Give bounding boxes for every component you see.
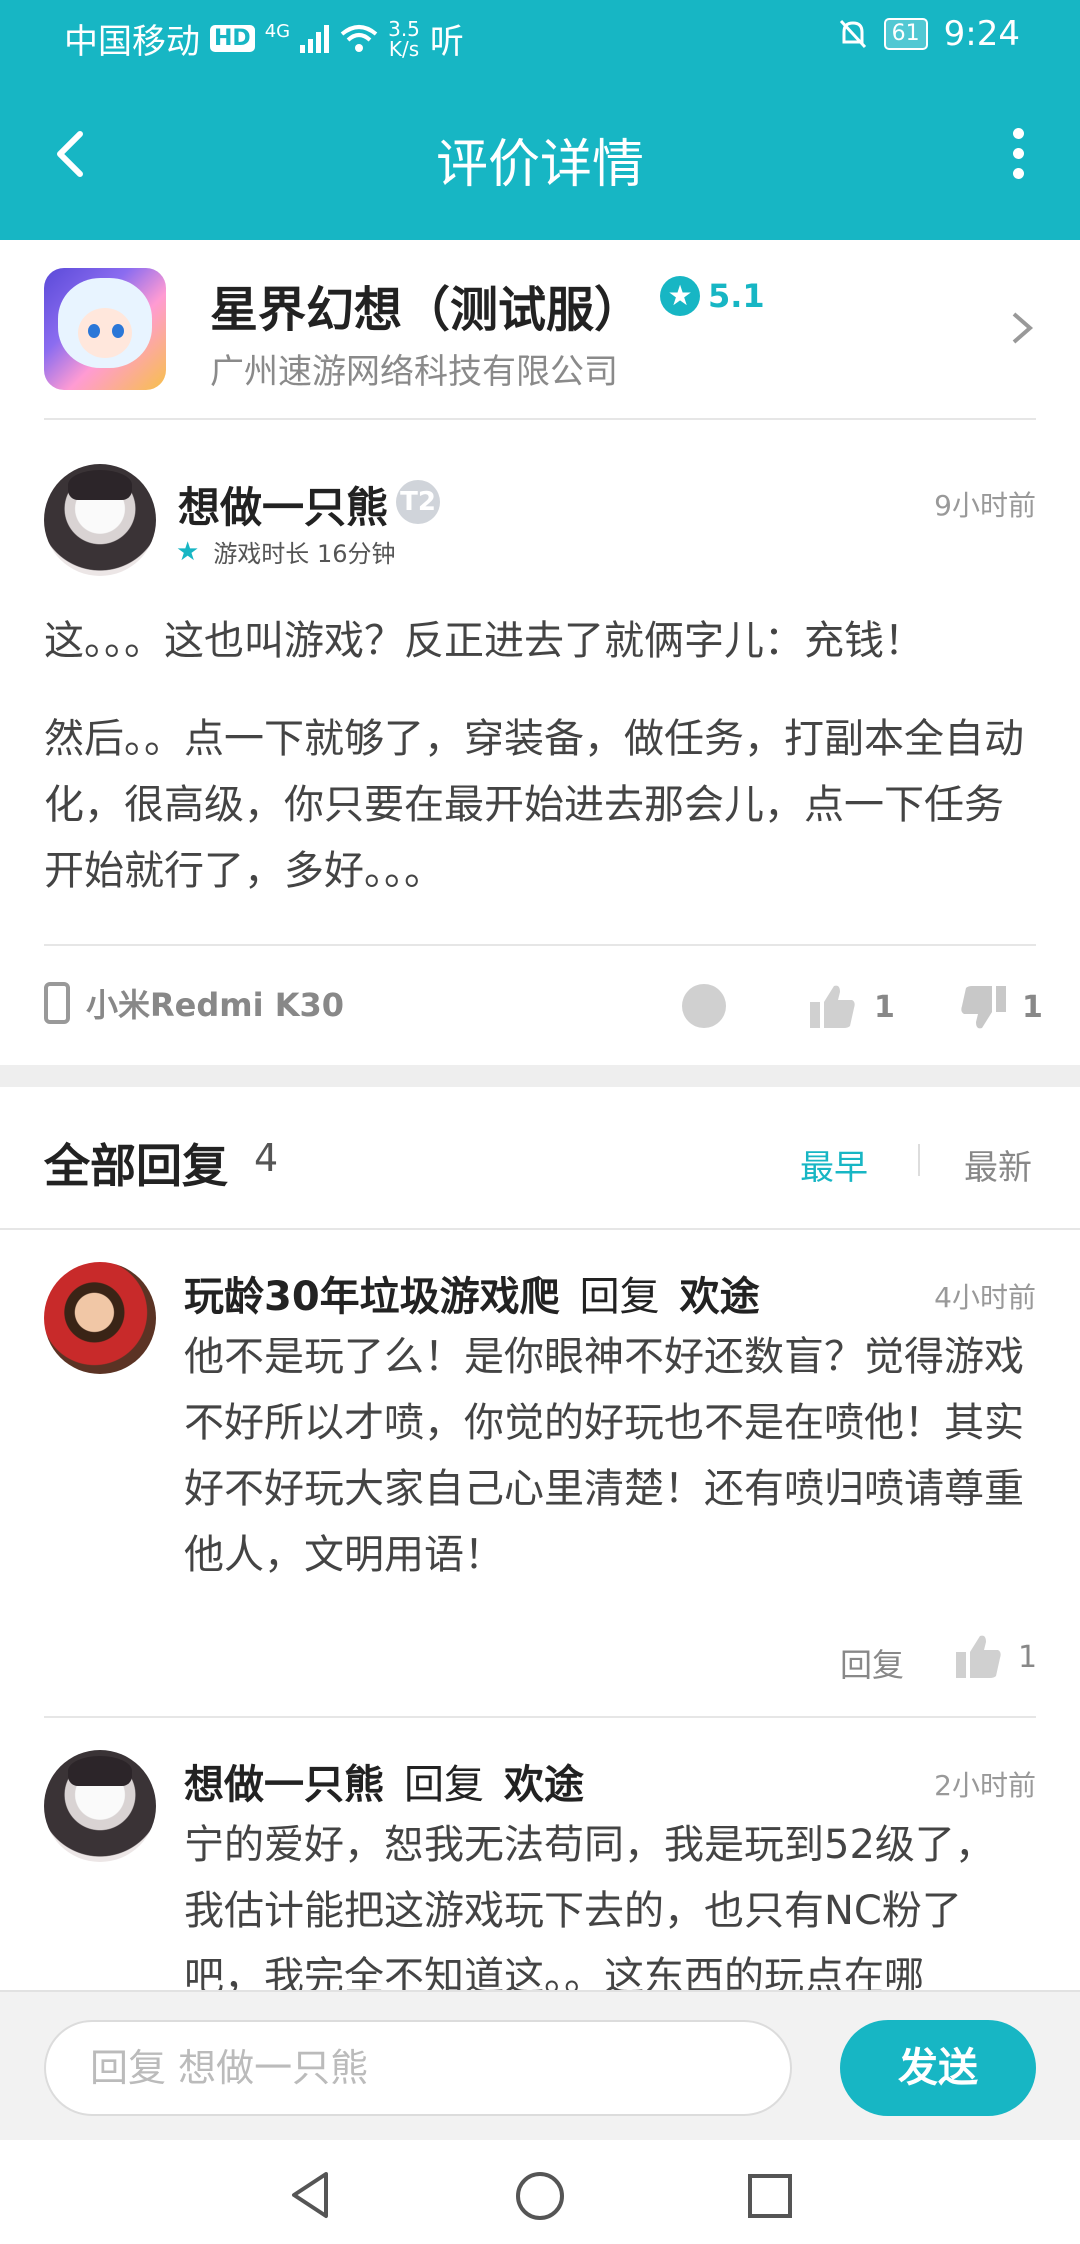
thumbs-up-icon[interactable] bbox=[810, 984, 856, 1028]
carrier-label: 中国移动 bbox=[64, 22, 200, 62]
rating-value: 5.1 bbox=[708, 277, 765, 315]
divider bbox=[44, 418, 1036, 420]
reply-content: 宁的爱好，恕我无法苟同，我是玩到52级了，我估计能把这游戏玩下去的，也只有NC粉… bbox=[184, 1822, 995, 2000]
net-speed-unit: K/s bbox=[388, 36, 420, 61]
rating-star-icon: ★ bbox=[660, 276, 700, 316]
battery-icon: 61 bbox=[883, 18, 928, 50]
clock: 9:24 bbox=[943, 14, 1020, 54]
star-icon: ★ bbox=[176, 536, 200, 567]
reply-header: 想做一只熊 回复 欢途 bbox=[184, 1752, 584, 1810]
system-nav-bar bbox=[0, 2140, 1080, 2244]
divider bbox=[0, 1228, 1080, 1230]
reply-target[interactable]: 欢途 bbox=[504, 1762, 584, 1808]
device-info: 小米Redmi K30 bbox=[44, 980, 344, 1026]
review-paragraph: 然后。。点一下就够了，穿装备，做任务，打副本全自动化，很高级，你只要在最开始进去… bbox=[44, 716, 1024, 894]
signal-icon bbox=[300, 24, 330, 53]
page-title: 评价详情 bbox=[435, 135, 644, 195]
reply-target[interactable]: 欢途 bbox=[680, 1274, 760, 1320]
device-name: 小米Redmi K30 bbox=[86, 986, 345, 1024]
hd-icon: HD bbox=[210, 25, 255, 52]
reply-header: 玩龄30年垃圾游戏爬 回复 欢途 bbox=[184, 1264, 760, 1322]
game-rating: ★ 5.1 bbox=[660, 276, 765, 316]
playtime-info: ★ 游戏时长 16分钟 bbox=[176, 534, 395, 569]
replier-avatar[interactable] bbox=[44, 1262, 156, 1374]
reply-content: 他不是玩了么！是你眼神不好还数盲？觉得游戏不好所以才喷，你觉的好玩也不是在喷他！… bbox=[184, 1334, 1024, 1578]
net-speed: 3.5 K/s bbox=[388, 19, 420, 59]
replies-count: 4 bbox=[254, 1136, 279, 1180]
replies-title: 全部回复 bbox=[44, 1139, 228, 1193]
divider bbox=[44, 944, 1036, 946]
thumbs-up-icon[interactable] bbox=[956, 1634, 1002, 1678]
replier-name[interactable]: 想做一只熊 bbox=[184, 1762, 384, 1808]
emoji-react-icon[interactable] bbox=[682, 984, 726, 1028]
mute-bell-icon bbox=[839, 19, 866, 49]
level-badge-icon: T2 bbox=[396, 480, 440, 524]
sort-earliest-tab[interactable]: 最早 bbox=[800, 1140, 868, 1189]
reply-like-count: 1 bbox=[1018, 1640, 1038, 1675]
reply-action: 回复 bbox=[404, 1762, 484, 1808]
review-like-count: 1 bbox=[874, 990, 895, 1025]
review-paragraph: 这。。。这也叫游戏？反正进去了就俩字儿：充钱！ bbox=[44, 618, 924, 664]
divider bbox=[44, 1716, 1036, 1718]
reply-time: 4小时前 bbox=[934, 1281, 1036, 1314]
game-developer: 广州速游网络科技有限公司 bbox=[210, 352, 618, 392]
reply-input-bar: 回复 想做一只熊 发送 bbox=[0, 1990, 1080, 2142]
sort-divider bbox=[918, 1144, 920, 1176]
replier-avatar[interactable] bbox=[44, 1750, 156, 1862]
phone-icon bbox=[44, 982, 70, 1024]
reply-input[interactable]: 回复 想做一只熊 bbox=[44, 2020, 792, 2116]
review-dislike-count: 1 bbox=[1022, 990, 1043, 1025]
game-info-row[interactable]: 星界幻想（测试服） ★ 5.1 广州速游网络科技有限公司 bbox=[0, 240, 1080, 418]
reply-button[interactable]: 回复 bbox=[840, 1640, 904, 1686]
game-app-icon bbox=[44, 268, 166, 390]
section-separator bbox=[0, 1065, 1080, 1087]
send-button[interactable]: 发送 bbox=[840, 2020, 1036, 2116]
network-type-label: 4G bbox=[264, 21, 291, 42]
app-header: 评价详情 bbox=[0, 72, 1080, 240]
nav-home-icon[interactable] bbox=[514, 2170, 566, 2222]
playtime-text: 游戏时长 16分钟 bbox=[213, 540, 396, 568]
nav-recents-icon[interactable] bbox=[746, 2172, 794, 2220]
reviewer-avatar[interactable] bbox=[44, 464, 156, 576]
reply-action: 回复 bbox=[579, 1274, 660, 1320]
replier-name[interactable]: 玩龄30年垃圾游戏爬 bbox=[184, 1274, 560, 1320]
thumbs-down-icon[interactable] bbox=[960, 986, 1006, 1030]
sort-newest-tab[interactable]: 最新 bbox=[964, 1140, 1032, 1189]
more-options-icon[interactable] bbox=[1006, 128, 1030, 188]
reviewer-name[interactable]: 想做一只熊 bbox=[178, 474, 388, 535]
reply-time: 2小时前 bbox=[934, 1769, 1036, 1802]
status-bar: 中国移动 HD 4G 3.5 K/s 听 61 9:24 bbox=[0, 0, 1080, 72]
chevron-right-icon[interactable] bbox=[1006, 308, 1036, 348]
wifi-icon bbox=[340, 24, 378, 52]
game-name: 星界幻想（测试服） bbox=[210, 282, 643, 338]
nav-back-icon[interactable] bbox=[286, 2170, 334, 2220]
review-time: 9小时前 bbox=[934, 489, 1036, 522]
listen-icon: 听 bbox=[429, 22, 464, 62]
